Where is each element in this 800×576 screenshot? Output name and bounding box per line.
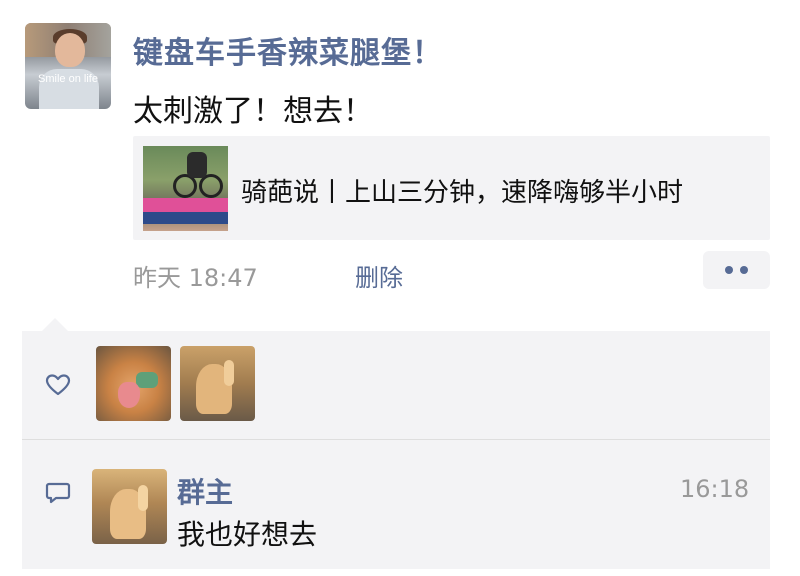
liker-avatar[interactable] [96,346,171,421]
comment-text[interactable]: 我也好想去 [177,513,317,553]
likes-comments-panel: 群主 16:18 我也好想去 [22,331,770,569]
comment-timestamp: 16:18 [680,475,750,503]
avatar-caption: Smile on life [38,73,98,85]
more-dot-icon [740,266,748,274]
panel-divider [22,439,770,440]
avatar-cat-paw [224,360,234,386]
link-thumbnail [143,146,228,231]
commenter-name[interactable]: 群主 [177,471,233,511]
author-name[interactable]: 键盘车手香辣菜腿堡！ [133,28,443,72]
post-timestamp: 昨天 18:47 [133,264,258,292]
more-button[interactable] [703,251,770,289]
bike-rider [187,152,207,178]
thumbnail-banner [143,198,228,212]
avatar-cat-paw [138,485,148,511]
commenter-avatar[interactable] [92,469,167,544]
shared-link-card[interactable]: 骑葩说丨上山三分钟，速降嗨够半小时 [133,136,770,240]
post-text: 太刺激了！想去！ [133,94,373,129]
avatar-leaf [136,372,158,388]
panel-caret [41,318,69,332]
author-avatar[interactable]: Smile on life [25,23,111,109]
avatar-cat-tongue [118,382,140,408]
comment-bubble-icon [45,482,71,504]
link-title: 骑葩说丨上山三分钟，速降嗨够半小时 [241,178,684,208]
more-dot-icon [725,266,733,274]
avatar-face [55,33,85,67]
heart-outline-icon [45,374,71,396]
delete-button[interactable]: 删除 [355,258,403,293]
thumbnail-banner-secondary [143,212,228,224]
liker-avatar[interactable] [180,346,255,421]
